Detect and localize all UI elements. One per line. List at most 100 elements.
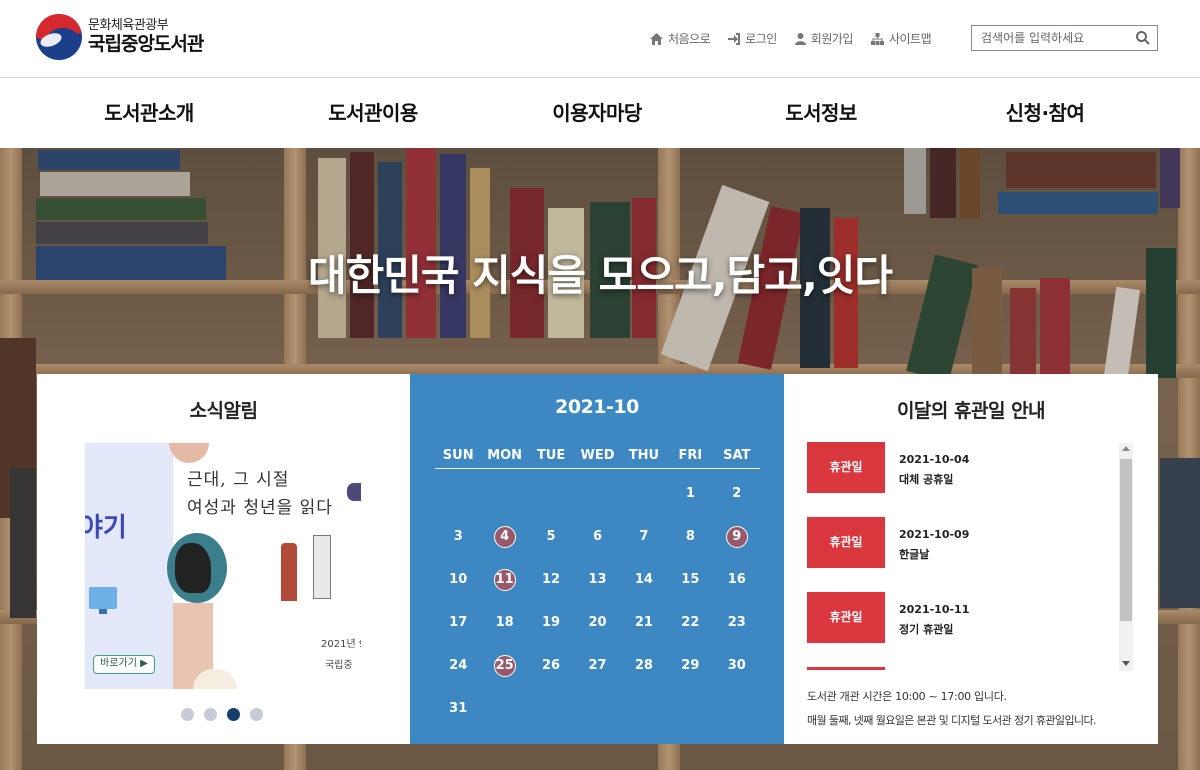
calendar-day[interactable]: 31 — [435, 687, 481, 730]
calendar-day[interactable]: 30 — [714, 644, 760, 687]
calendar-day[interactable]: 3 — [435, 515, 481, 558]
util-link-label: 사이트맵 — [888, 32, 932, 46]
user-icon — [794, 32, 806, 45]
holiday-item: 휴관일 2021-10-09 한글날 — [807, 517, 1134, 592]
nav-item-use[interactable]: 도서관이용 — [261, 78, 485, 148]
holiday-date: 2021-10-04 — [899, 453, 970, 466]
person-illustration — [313, 535, 331, 599]
holiday-date: 2021-10-09 — [899, 528, 970, 541]
nav-item-about[interactable]: 도서관소개 — [37, 78, 261, 148]
weekday-label: THU — [628, 448, 660, 463]
calendar-empty-cell — [435, 472, 481, 515]
slide-pagination — [181, 708, 263, 721]
holiday-name: 대체 공휴일 — [899, 473, 954, 486]
calendar-day[interactable]: 20 — [574, 601, 620, 644]
nav-item-community[interactable]: 이용자마당 — [485, 78, 709, 148]
closing-days-note: 매월 둘째, 넷째 월요일은 본관 및 디지털 도서관 정기 휴관일입니다. — [807, 714, 1097, 727]
calendar-day[interactable]: 17 — [435, 601, 481, 644]
util-link-join[interactable]: 회원가입 — [794, 30, 854, 47]
news-title: 소식알림 — [189, 400, 258, 422]
util-link-label: 회원가입 — [810, 32, 854, 46]
header: 문화체육관광부 국립중앙도서관 처음으로 로그인 회원가입 사이트맵 — [0, 0, 1200, 78]
library-name: 국립중앙도서관 — [88, 32, 204, 55]
weekday-label: TUE — [536, 448, 566, 463]
holiday-day-number: 25 — [493, 654, 516, 677]
calendar-day[interactable]: 8 — [667, 515, 713, 558]
monitor-icon — [89, 587, 117, 614]
portrait-illustration — [167, 533, 227, 603]
calendar-day[interactable]: 6 — [574, 515, 620, 558]
calendar-day[interactable]: 26 — [528, 644, 574, 687]
scroll-thumb[interactable] — [1120, 459, 1132, 621]
holiday-name: 정기 휴관일 — [899, 623, 954, 636]
util-link-sitemap[interactable]: 사이트맵 — [870, 30, 932, 47]
calendar-day[interactable]: 15 — [667, 558, 713, 601]
calendar-day[interactable]: 18 — [481, 601, 527, 644]
calendar-day[interactable]: 21 — [621, 601, 667, 644]
calendar-day[interactable]: 10 — [435, 558, 481, 601]
util-link-label: 로그인 — [745, 32, 777, 46]
banner-date: 2021년 9 — [321, 639, 361, 650]
scroll-down-icon[interactable] — [1122, 661, 1130, 666]
calendar-day[interactable]: 2 — [714, 472, 760, 515]
slide-dot-2[interactable] — [204, 708, 217, 721]
holiday-day-number: 11 — [493, 568, 516, 591]
calendar-day[interactable]: 5 — [528, 515, 574, 558]
holiday-scrollbar[interactable] — [1119, 443, 1133, 671]
home-icon — [650, 32, 663, 45]
calendar-day[interactable]: 29 — [667, 644, 713, 687]
slide-dot-1[interactable] — [181, 708, 194, 721]
calendar-day[interactable]: 24 — [435, 644, 481, 687]
slide-dot-4[interactable] — [250, 708, 263, 721]
holiday-name: 한글날 — [899, 548, 930, 561]
calendar-panel: 2021-10 SUN MON TUE WED THU FRI SAT 1234567891… — [410, 374, 784, 744]
search-box — [971, 25, 1158, 51]
calendar-day[interactable]: 7 — [621, 515, 667, 558]
calendar-month: 2021-10 — [555, 396, 639, 418]
calendar-day-holiday[interactable]: 9 — [714, 515, 760, 558]
weekday-label: SAT — [723, 448, 751, 463]
calendar-day[interactable]: 27 — [574, 644, 620, 687]
weekday-label: MON — [487, 448, 523, 463]
calendar-days: 1 2 3 4 5 6 7 8 9 10 11 12 13 14 15 16 17 18 19 20 21 22 23 24 2… — [435, 472, 760, 730]
holiday-badge: 휴관일 — [807, 517, 885, 568]
util-link-home[interactable]: 처음으로 — [650, 30, 711, 47]
holiday-title: 이달의 휴관일 안내 — [896, 400, 1046, 422]
calendar-day-holiday[interactable]: 11 — [481, 558, 527, 601]
calendar-day[interactable]: 23 — [714, 601, 760, 644]
taegeuk-logo-icon — [36, 14, 82, 60]
calendar-day[interactable]: 16 — [714, 558, 760, 601]
banner-org: 국립중 — [325, 660, 353, 671]
calendar-empty-cell — [481, 472, 527, 515]
calendar-empty-cell — [574, 472, 620, 515]
calendar-day-holiday[interactable]: 4 — [481, 515, 527, 558]
holiday-item: 휴관일 2021-10-04 대체 공휴일 — [807, 442, 1134, 517]
search-input[interactable] — [972, 26, 1122, 50]
calendar-day[interactable]: 28 — [621, 644, 667, 687]
calendar-day[interactable]: 19 — [528, 601, 574, 644]
news-banner[interactable]: 야기 바로가기 ▶ 근대, 그 시절 여성과 청년을 읽다 2021년 9 국립… — [85, 443, 361, 689]
holiday-badge: 휴관일 — [807, 442, 885, 493]
nav-item-book-info[interactable]: 도서정보 — [709, 78, 933, 148]
nav-item-apply[interactable]: 신청·참여 — [933, 78, 1157, 148]
calendar-day[interactable]: 1 — [667, 472, 713, 515]
calendar-day[interactable]: 14 — [621, 558, 667, 601]
calendar-day-holiday[interactable]: 25 — [481, 644, 527, 687]
util-link-login[interactable]: 로그인 — [728, 30, 777, 47]
goto-button[interactable]: 바로가기 ▶ — [93, 655, 155, 674]
scroll-up-icon[interactable] — [1122, 446, 1130, 451]
person-illustration — [281, 543, 297, 601]
search-icon[interactable] — [1135, 30, 1151, 46]
calendar-day[interactable]: 22 — [667, 601, 713, 644]
calendar-weekdays: SUN MON TUE WED THU FRI SAT — [435, 448, 760, 469]
slide-dot-3[interactable] — [227, 708, 240, 721]
logo[interactable]: 문화체육관광부 국립중앙도서관 — [36, 14, 204, 60]
news-panel: 소식알림 야기 바로가기 ▶ 근대, 그 시절 여성과 청년을 읽다 2021년… — [37, 374, 410, 744]
calendar-day[interactable]: 12 — [528, 558, 574, 601]
util-link-label: 처음으로 — [668, 32, 711, 46]
holiday-day-number: 4 — [493, 525, 516, 548]
utility-links: 처음으로 로그인 회원가입 사이트맵 — [650, 30, 932, 47]
weekday-label: WED — [580, 448, 615, 463]
calendar-day[interactable]: 13 — [574, 558, 620, 601]
opening-hours-note: 도서관 개관 시간은 10:00 ~ 17:00 입니다. — [807, 690, 1007, 703]
